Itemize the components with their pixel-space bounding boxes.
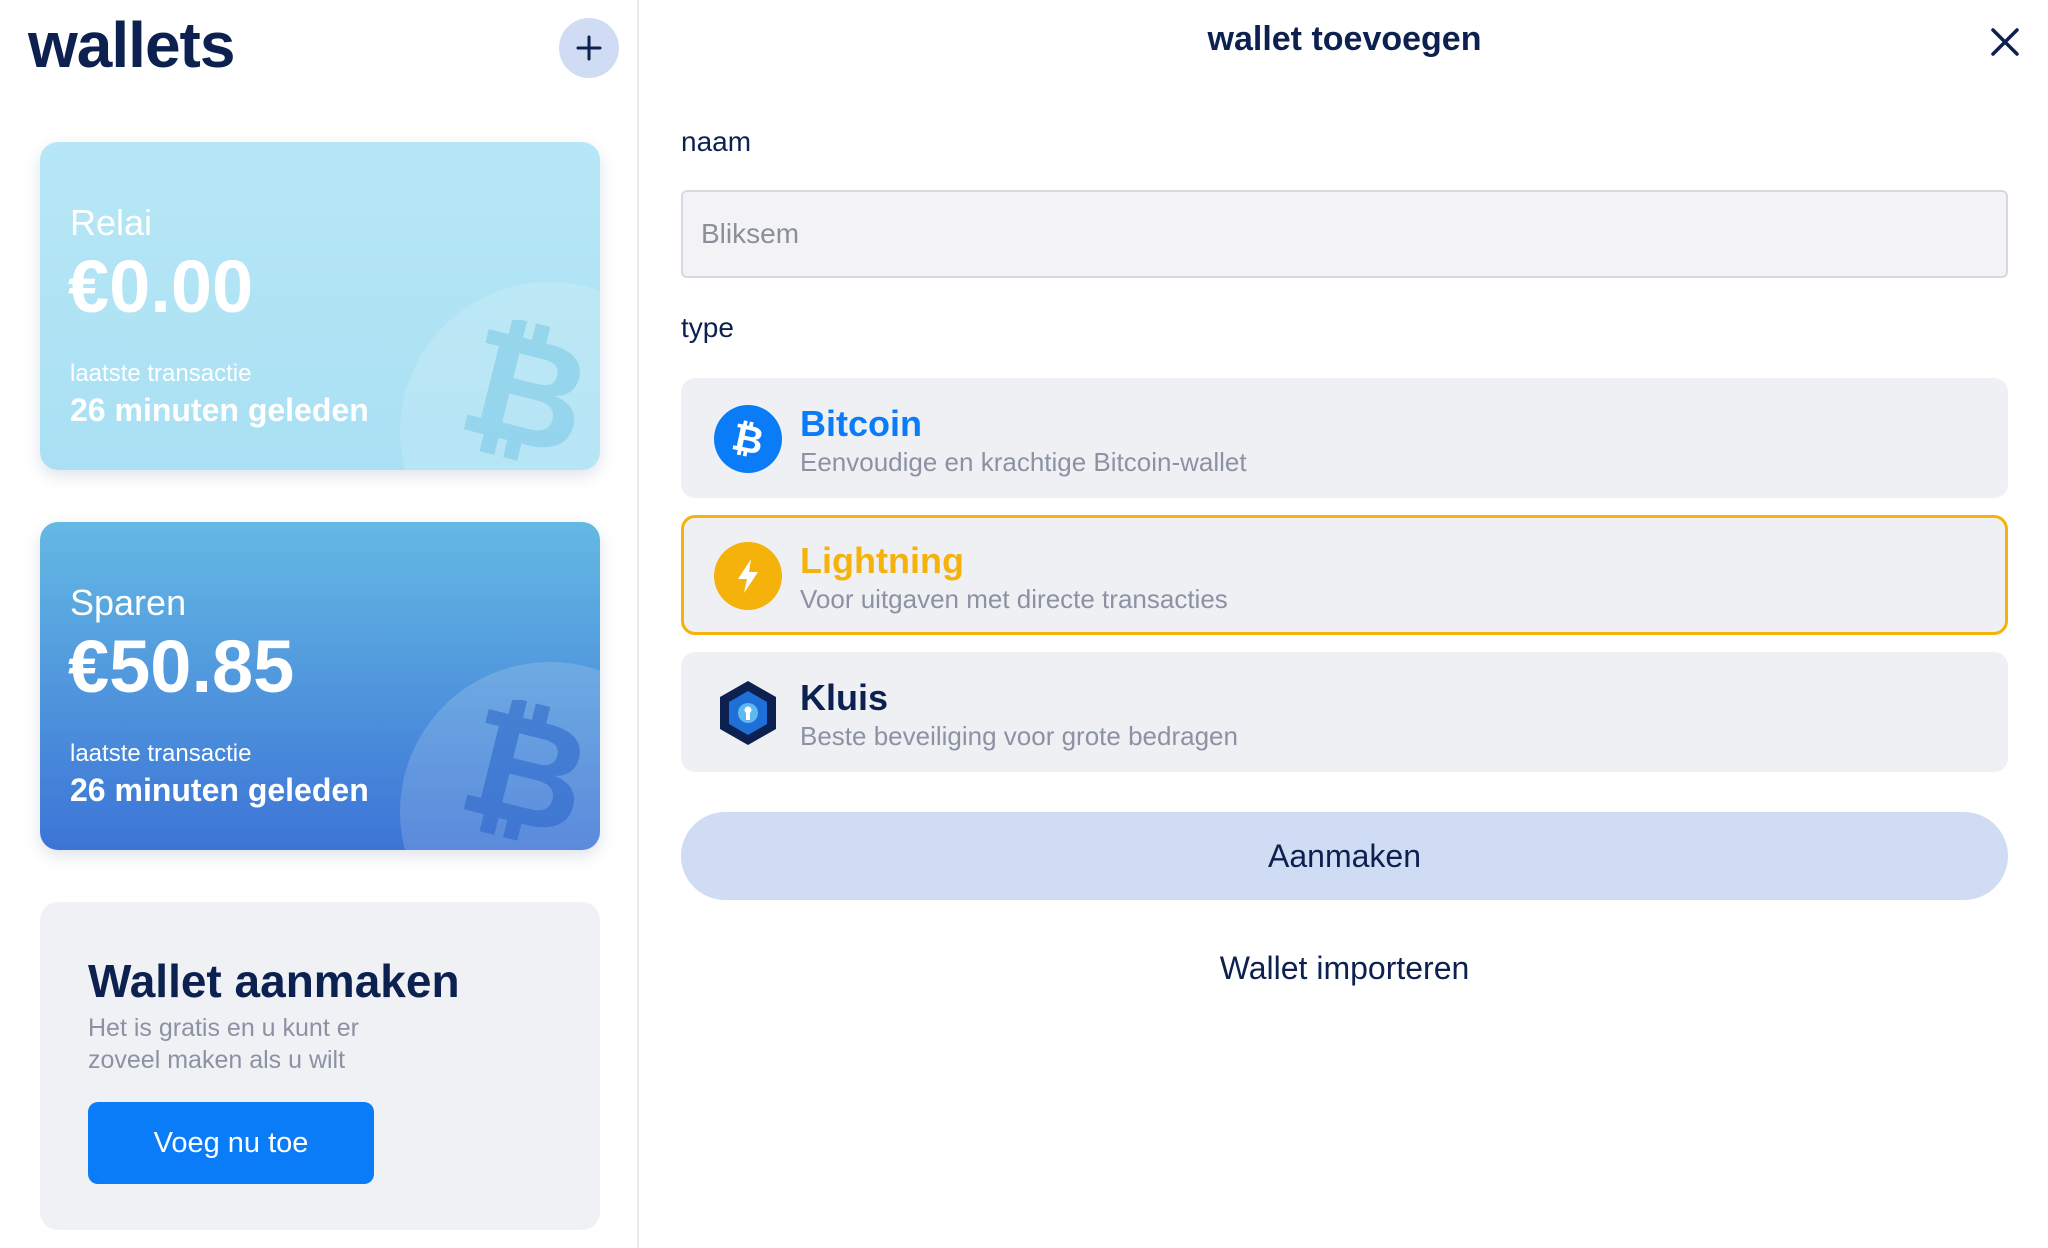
create-button[interactable]: Aanmaken [681, 812, 2008, 900]
wallet-name-input[interactable] [681, 190, 2008, 278]
type-option-bitcoin[interactable]: ₿ Bitcoin Eenvoudige en krachtige Bitcoi… [681, 378, 2008, 498]
type-name: Bitcoin [800, 403, 922, 444]
wallet-balance: €0.00 [68, 245, 254, 328]
last-transaction-time: 26 minuten geleden [70, 772, 369, 808]
bitcoin-icon: ₿ [714, 405, 782, 473]
type-option-kluis[interactable]: Kluis Beste beveiliging voor grote bedra… [681, 652, 2008, 772]
vault-icon [720, 681, 776, 745]
create-wallet-card: Wallet aanmaken Het is gratis en u kunt … [40, 902, 600, 1230]
add-now-button[interactable]: Voeg nu toe [88, 1102, 374, 1184]
panel-title: wallet toevoegen [1207, 20, 1482, 58]
last-transaction-label: laatste transactie [70, 740, 252, 767]
name-label: naam [681, 126, 752, 157]
type-label: type [681, 312, 734, 343]
lightning-icon [714, 542, 782, 610]
create-wallet-description: Het is gratis en u kunt er zoveel maken … [88, 1014, 359, 1074]
bitcoin-watermark-icon: ₿ [450, 700, 600, 850]
type-name: Lightning [800, 540, 964, 581]
wallet-name: Sparen [70, 582, 187, 623]
svg-text:₿: ₿ [450, 700, 600, 850]
type-option-lightning[interactable]: Lightning Voor uitgaven met directe tran… [681, 515, 2008, 635]
wallet-card-relai[interactable]: ₿ Relai €0.00 laatste transactie 26 minu… [40, 142, 600, 470]
wallets-sidebar: wallets ₿ Relai €0.00 laatste transactie… [0, 0, 639, 1248]
sidebar-title: wallets [28, 9, 235, 81]
bitcoin-watermark-icon: ₿ [450, 320, 600, 470]
close-button[interactable] [1985, 22, 2025, 62]
type-description: Voor uitgaven met directe transacties [800, 584, 1228, 614]
app-window: wallets ₿ Relai €0.00 laatste transactie… [0, 0, 2048, 1248]
add-wallet-panel: wallet toevoegen naam type ₿ Bitcoin Een… [641, 0, 2048, 1248]
import-wallet-link[interactable]: Wallet importeren [641, 950, 2048, 987]
wallet-card-sparen[interactable]: ₿ Sparen €50.85 laatste transactie 26 mi… [40, 522, 600, 850]
last-transaction-label: laatste transactie [70, 360, 252, 387]
svg-text:₿: ₿ [450, 320, 600, 470]
last-transaction-time: 26 minuten geleden [70, 392, 369, 428]
wallet-name: Relai [70, 202, 153, 243]
type-description: Beste beveiliging voor grote bedragen [800, 721, 1238, 751]
create-wallet-title: Wallet aanmaken [88, 955, 460, 1007]
plus-icon [576, 35, 602, 61]
close-icon [1991, 28, 2019, 56]
type-description: Eenvoudige en krachtige Bitcoin-wallet [800, 447, 1247, 477]
add-wallet-button[interactable] [559, 18, 619, 78]
type-name: Kluis [800, 677, 889, 718]
wallet-balance: €50.85 [68, 625, 295, 708]
